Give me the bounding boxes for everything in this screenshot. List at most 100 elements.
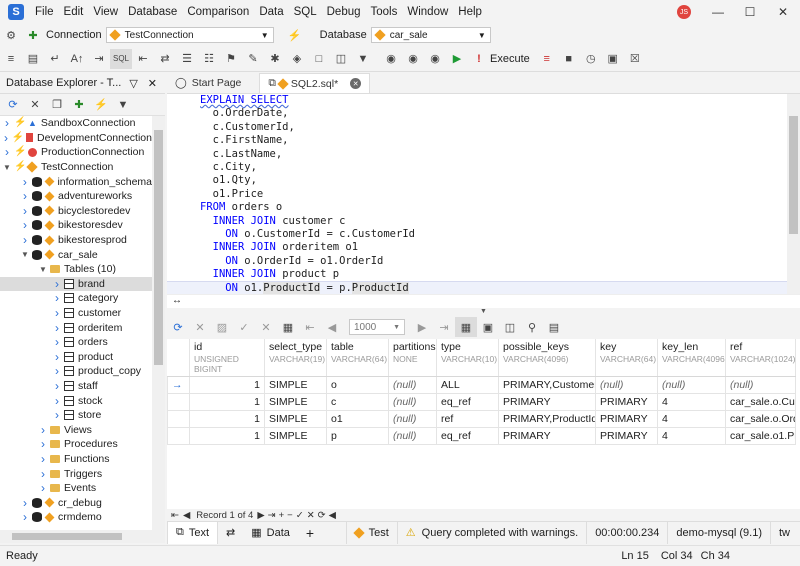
- menu-window[interactable]: Window: [402, 0, 453, 24]
- column-header-id[interactable]: id UNSIGNED BIGINT: [189, 339, 265, 377]
- table-cell[interactable]: eq_ref: [436, 393, 499, 411]
- table-cell[interactable]: 1: [189, 376, 265, 394]
- user-avatar[interactable]: JS: [677, 5, 691, 19]
- disconnect-icon[interactable]: ⚡: [284, 25, 306, 45]
- table-cell[interactable]: ALL: [436, 376, 499, 394]
- table-cell[interactable]: PRIMARY: [595, 393, 658, 411]
- prev-page-icon[interactable]: ◀: [321, 317, 343, 337]
- maximize-button[interactable]: ☐: [733, 0, 767, 24]
- table-cell[interactable]: SIMPLE: [264, 427, 327, 445]
- chevron-right-icon[interactable]: ›: [52, 394, 62, 408]
- menu-file[interactable]: File: [30, 0, 59, 24]
- chevron-down-icon[interactable]: ▼: [2, 163, 12, 172]
- apply-icon[interactable]: ✓: [233, 317, 255, 337]
- delete-icon[interactable]: ✕: [24, 95, 46, 115]
- table-cell[interactable]: 1: [189, 427, 265, 445]
- connection-select[interactable]: TestConnection ▼: [105, 27, 274, 43]
- column-header-key[interactable]: key VARCHAR(64): [595, 339, 658, 377]
- indent-icon[interactable]: ⇥: [88, 49, 110, 69]
- row-header[interactable]: [167, 393, 190, 411]
- sql-editor[interactable]: EXPLAIN SELECT o.OrderDate, c.CustomerId…: [167, 94, 787, 294]
- new-connection-icon[interactable]: ✚: [68, 95, 90, 115]
- chevron-right-icon[interactable]: ›: [2, 116, 12, 130]
- tree-database[interactable]: › adventureworks: [0, 189, 152, 204]
- code-line[interactable]: ON o.CustomerId = c.CustomerId: [167, 228, 787, 241]
- export-icon[interactable]: ▤: [543, 317, 565, 337]
- table-cell[interactable]: (null): [595, 376, 658, 394]
- table-row[interactable]: 1 SIMPLE c (null) eq_ref PRIMARY PRIMARY 4 car_s…: [167, 393, 796, 411]
- table-cell[interactable]: PRIMARY: [498, 393, 596, 411]
- new-connection-icon[interactable]: ✚: [22, 25, 44, 45]
- tree-connection[interactable]: › ⚡ ProductionConnection: [0, 145, 152, 160]
- tree-table[interactable]: › category: [0, 291, 152, 306]
- table-cell[interactable]: 1: [189, 393, 265, 411]
- tree-folder[interactable]: › Procedures: [0, 437, 152, 452]
- menu-data[interactable]: Data: [254, 0, 288, 24]
- table-cell[interactable]: PRIMARY: [595, 427, 658, 445]
- grid-view-icon[interactable]: ▦: [455, 317, 477, 337]
- table-cell[interactable]: PRIMARY,CustomerId: [498, 376, 596, 394]
- database-run-icon[interactable]: ◉: [380, 49, 402, 69]
- tab-text[interactable]: ⧉ Text: [167, 521, 219, 544]
- chevron-right-icon[interactable]: ›: [20, 496, 30, 510]
- table-cell[interactable]: o1: [326, 410, 389, 428]
- nav-first-icon[interactable]: ⇤: [171, 510, 179, 521]
- nav-prev-icon[interactable]: ◀: [183, 510, 190, 521]
- add-tab-button[interactable]: +: [298, 522, 322, 544]
- table-cell[interactable]: 4: [657, 427, 726, 445]
- chevron-right-icon[interactable]: ›: [52, 306, 62, 320]
- editor-scrollbar[interactable]: [787, 94, 800, 294]
- table-cell[interactable]: (null): [725, 376, 796, 394]
- menu-help[interactable]: Help: [453, 0, 487, 24]
- tree-table[interactable]: › stock: [0, 393, 152, 408]
- tree-scrollbar-thumb[interactable]: [154, 130, 163, 365]
- column-header-partitions[interactable]: partitions NONE: [388, 339, 437, 377]
- splitter[interactable]: ▼: [167, 308, 800, 316]
- table-cell[interactable]: c: [326, 393, 389, 411]
- close-transaction-icon[interactable]: ☒: [624, 49, 646, 69]
- chevron-right-icon[interactable]: ›: [52, 350, 62, 364]
- menu-debug[interactable]: Debug: [322, 0, 366, 24]
- tree-table[interactable]: › brand: [0, 276, 152, 292]
- code-line[interactable]: INNER JOIN product p: [167, 268, 787, 281]
- code-line[interactable]: o1.Price: [167, 188, 787, 201]
- plugin-icon[interactable]: ◈: [286, 49, 308, 69]
- table-cell[interactable]: (null): [388, 376, 437, 394]
- code-line[interactable]: FROM orders o: [167, 201, 787, 214]
- execute-button[interactable]: Execute: [490, 53, 530, 65]
- table-cell[interactable]: ref: [436, 410, 499, 428]
- table-cell[interactable]: car_sale.o.OrderI: [725, 410, 796, 428]
- chevron-right-icon[interactable]: ›: [38, 423, 48, 437]
- table-cell[interactable]: PRIMARY: [498, 427, 596, 445]
- column-header-select-type[interactable]: select_type VARCHAR(19): [264, 339, 327, 377]
- chevron-right-icon[interactable]: ›: [20, 218, 30, 232]
- table-cell[interactable]: PRIMARY: [595, 410, 658, 428]
- nav-cancel-icon[interactable]: ✕: [307, 510, 315, 521]
- table-cell[interactable]: o: [326, 376, 389, 394]
- save-icon[interactable]: ▨: [211, 317, 233, 337]
- filter-icon[interactable]: ▼: [112, 95, 134, 115]
- tree-connection[interactable]: › ⚡ DevelopmentConnection: [0, 131, 152, 146]
- chevron-right-icon[interactable]: ›: [38, 452, 48, 466]
- chevron-right-icon[interactable]: ›: [38, 481, 48, 495]
- align-icon[interactable]: ⇄: [154, 49, 176, 69]
- refresh-icon[interactable]: ⟳: [167, 317, 189, 337]
- table-cell[interactable]: (null): [388, 427, 437, 445]
- chevron-right-icon[interactable]: ›: [52, 291, 62, 305]
- chevron-right-icon[interactable]: ›: [20, 204, 30, 218]
- list-icon[interactable]: ☰: [176, 49, 198, 69]
- format-icon[interactable]: ≡: [0, 49, 22, 69]
- tree-table[interactable]: › staff: [0, 379, 152, 394]
- code-line[interactable]: c.FirstName,: [167, 134, 787, 147]
- split-handle-icon[interactable]: ↔: [172, 295, 182, 306]
- tree-database[interactable]: ▼ car_sale: [0, 247, 152, 262]
- tree-folder[interactable]: › Views: [0, 422, 152, 437]
- table-cell[interactable]: eq_ref: [436, 427, 499, 445]
- chevron-right-icon[interactable]: ›: [52, 364, 62, 378]
- tree-connection[interactable]: › ⚡ ▲ SandboxConnection: [0, 116, 152, 131]
- more-icon[interactable]: ▼: [352, 49, 374, 69]
- tab-sql2[interactable]: ⧉ SQL2.sql* ✕: [259, 73, 371, 93]
- chevron-right-icon[interactable]: ›: [52, 321, 62, 335]
- split-icon[interactable]: ◫: [330, 49, 352, 69]
- next-page-icon[interactable]: ▶: [411, 317, 433, 337]
